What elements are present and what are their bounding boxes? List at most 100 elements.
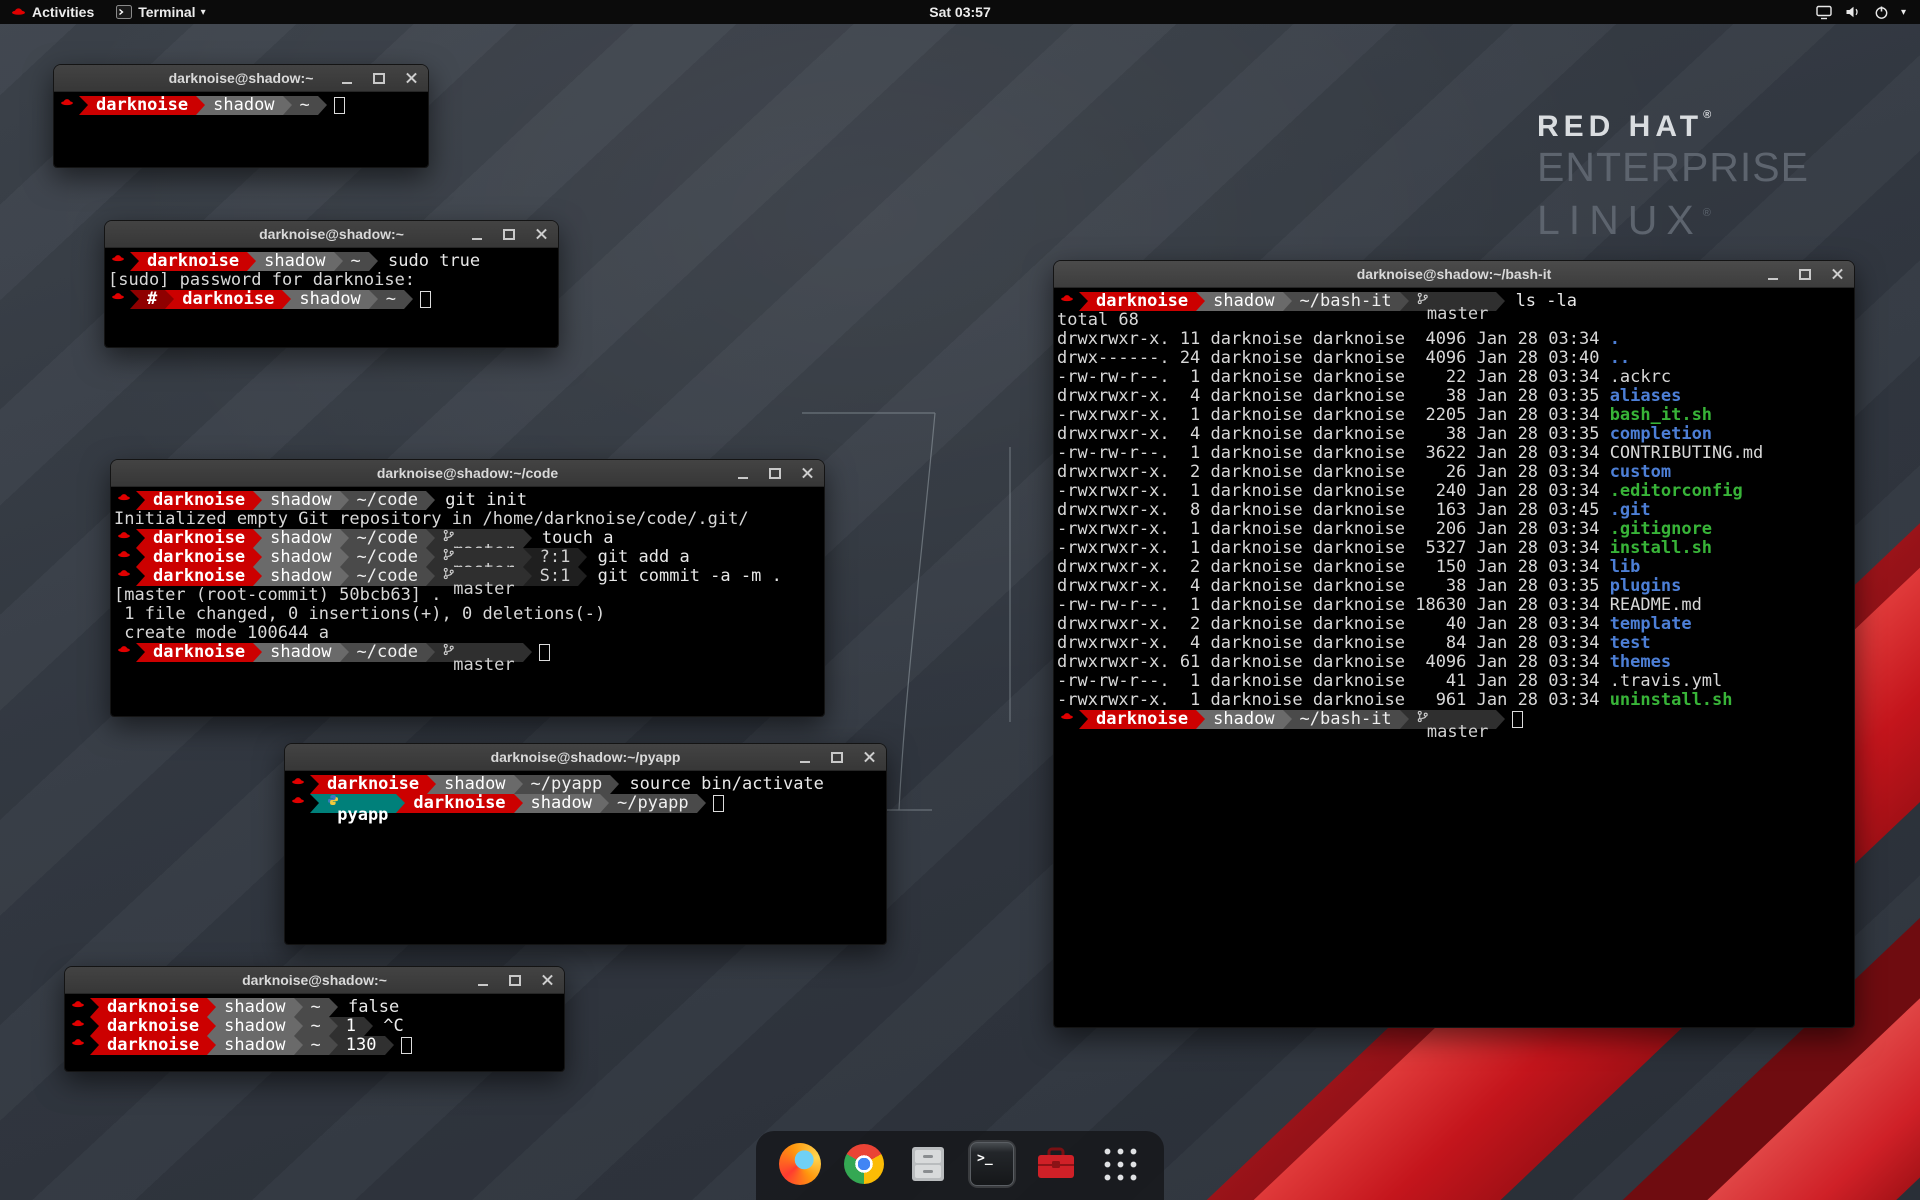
minimize-button[interactable] xyxy=(338,69,356,87)
minimize-button[interactable] xyxy=(734,464,752,482)
file-attributes: -rw-rw-r--. 1 darknoise darknoise 3622 J… xyxy=(1057,443,1610,463)
close-button[interactable] xyxy=(860,748,878,766)
maximize-button[interactable] xyxy=(506,971,524,989)
dock-item-files[interactable] xyxy=(904,1140,952,1188)
terminal-content[interactable]: darknoiseshadow~/pyapp source bin/activa… xyxy=(285,771,886,944)
terminal-line: -rwxrwxr-x. 1 darknoise darknoise 206 Ja… xyxy=(1057,520,1854,539)
firefox-icon xyxy=(779,1143,821,1185)
prompt-segment-user: darknoise xyxy=(145,567,253,586)
file-name: .git xyxy=(1610,500,1651,520)
registered-mark: ® xyxy=(1703,109,1711,121)
close-button[interactable] xyxy=(538,971,556,989)
close-button[interactable] xyxy=(402,69,420,87)
command-text: source bin/activate xyxy=(619,774,824,794)
file-attributes: drwxrwxr-x. 2 darknoise darknoise 40 Jan… xyxy=(1057,614,1610,634)
terminal-line: drwxrwxr-x. 2 darknoise darknoise 150 Ja… xyxy=(1057,558,1854,577)
dock-item-toolbox[interactable] xyxy=(1032,1140,1080,1188)
dock-item-terminal[interactable]: >_ xyxy=(968,1140,1016,1188)
terminal-content[interactable]: darknoiseshadow~ xyxy=(54,92,428,167)
command-text: git add a xyxy=(587,547,689,567)
terminal-content[interactable]: darknoiseshadow~/bash-it master ls -lato… xyxy=(1054,288,1854,1027)
minimize-button[interactable] xyxy=(1764,265,1782,283)
powerline-separator xyxy=(247,252,256,271)
file-attributes: drwxrwxr-x. 61 darknoise darknoise 4096 … xyxy=(1057,652,1610,672)
maximize-button[interactable] xyxy=(766,464,784,482)
powerline-separator xyxy=(253,643,262,662)
powerline-separator xyxy=(136,491,145,510)
minimize-button[interactable] xyxy=(474,971,492,989)
prompt-segment-path: ~/code xyxy=(349,529,426,548)
prompt-segment-host: shadow xyxy=(256,252,333,271)
redhat-prompt-icon xyxy=(1057,710,1079,729)
powerline-separator xyxy=(600,794,609,813)
window-titlebar[interactable]: darknoise@shadow:~/pyapp xyxy=(285,744,886,771)
window-titlebar[interactable]: darknoise@shadow:~ xyxy=(54,65,428,92)
prompt-segment-git-branch: master xyxy=(435,548,523,567)
window-titlebar[interactable]: darknoise@shadow:~ xyxy=(105,221,558,248)
prompt-segment-user: darknoise xyxy=(145,529,253,548)
redhat-prompt-icon xyxy=(68,1017,90,1036)
volume-icon xyxy=(1845,5,1861,19)
system-status-area[interactable]: ▾ xyxy=(1806,0,1916,24)
prompt-segment-path: ~ xyxy=(378,290,404,309)
maximize-button[interactable] xyxy=(828,748,846,766)
maximize-button[interactable] xyxy=(1796,265,1814,283)
window-titlebar[interactable]: darknoise@shadow:~ xyxy=(65,967,564,994)
redhat-prompt-icon xyxy=(114,529,136,548)
prompt-segment-git-branch: master xyxy=(1409,710,1497,729)
file-name: .travis.yml xyxy=(1610,671,1723,691)
terminal-line: drwxrwxr-x. 4 darknoise darknoise 38 Jan… xyxy=(1057,387,1854,406)
maximize-button[interactable] xyxy=(500,225,518,243)
dock-item-chrome[interactable] xyxy=(840,1140,888,1188)
maximize-button[interactable] xyxy=(370,69,388,87)
file-attributes: drwxrwxr-x. 4 darknoise darknoise 38 Jan… xyxy=(1057,424,1610,444)
window-titlebar[interactable]: darknoise@shadow:~/code xyxy=(111,460,824,487)
registered-mark: ® xyxy=(1703,207,1711,219)
terminal-cursor xyxy=(334,97,345,114)
prompt-segment-host: shadow xyxy=(216,998,293,1017)
prompt-segment-path: ~/code xyxy=(349,643,426,662)
brand-redhat: RED HAT® xyxy=(1537,98,1809,144)
prompt-segment-user: darknoise xyxy=(174,290,282,309)
terminal-line: pyappdarknoiseshadow~/pyapp xyxy=(288,794,886,813)
terminal-content[interactable]: darknoiseshadow~ sudo true[sudo] passwor… xyxy=(105,248,558,347)
prompt-segment-host: shadow xyxy=(1205,710,1282,729)
prompt-segment-user: darknoise xyxy=(99,1017,207,1036)
terminal-content[interactable]: darknoiseshadow~/code git initInitialize… xyxy=(111,487,824,716)
terminal-line: -rw-rw-r--. 1 darknoise darknoise 41 Jan… xyxy=(1057,672,1854,691)
powerline-separator xyxy=(334,252,343,271)
minimize-button[interactable] xyxy=(468,225,486,243)
redhat-prompt-icon xyxy=(68,1036,90,1055)
prompt-segment-root: # xyxy=(139,290,165,309)
window-titlebar[interactable]: darknoise@shadow:~/bash-it xyxy=(1054,261,1854,288)
powerline-separator xyxy=(165,290,174,309)
terminal-content[interactable]: darknoiseshadow~ falsedarknoiseshadow~1 … xyxy=(65,994,564,1071)
prompt-segment-exit-code: 130 xyxy=(338,1036,385,1055)
prompt-segment-exit-code: 1 xyxy=(338,1017,364,1036)
command-text: ls -la xyxy=(1505,291,1577,311)
powerline-separator xyxy=(514,775,523,794)
file-name: CONTRIBUTING.md xyxy=(1610,443,1764,463)
brand-linux: LINUX® xyxy=(1537,190,1809,243)
dock-item-firefox[interactable] xyxy=(776,1140,824,1188)
redhat-prompt-icon xyxy=(114,643,136,662)
powerline-separator xyxy=(369,252,378,271)
brand-enterprise: ENTERPRISE xyxy=(1537,144,1809,190)
close-button[interactable] xyxy=(798,464,816,482)
terminal-line: darknoiseshadow~/pyapp source bin/activa… xyxy=(288,775,886,794)
file-attributes: drwxrwxr-x. 2 darknoise darknoise 150 Ja… xyxy=(1057,557,1610,577)
minimize-button[interactable] xyxy=(796,748,814,766)
app-menu-label: Terminal xyxy=(138,4,195,20)
app-menu-terminal[interactable]: Terminal ▾ xyxy=(105,0,216,24)
activities-button[interactable]: Activities xyxy=(0,0,105,24)
dock-item-show-applications[interactable] xyxy=(1096,1140,1144,1188)
powerline-separator xyxy=(79,96,88,115)
terminal-prompt-glyph: >_ xyxy=(977,1151,993,1166)
close-button[interactable] xyxy=(1828,265,1846,283)
clock[interactable]: Sat 03:57 xyxy=(929,4,990,20)
powerline-separator xyxy=(136,548,145,567)
powerline-separator xyxy=(340,567,349,586)
prompt-segment-git-branch: master xyxy=(1409,292,1497,311)
powerline-separator xyxy=(404,290,413,309)
close-button[interactable] xyxy=(532,225,550,243)
